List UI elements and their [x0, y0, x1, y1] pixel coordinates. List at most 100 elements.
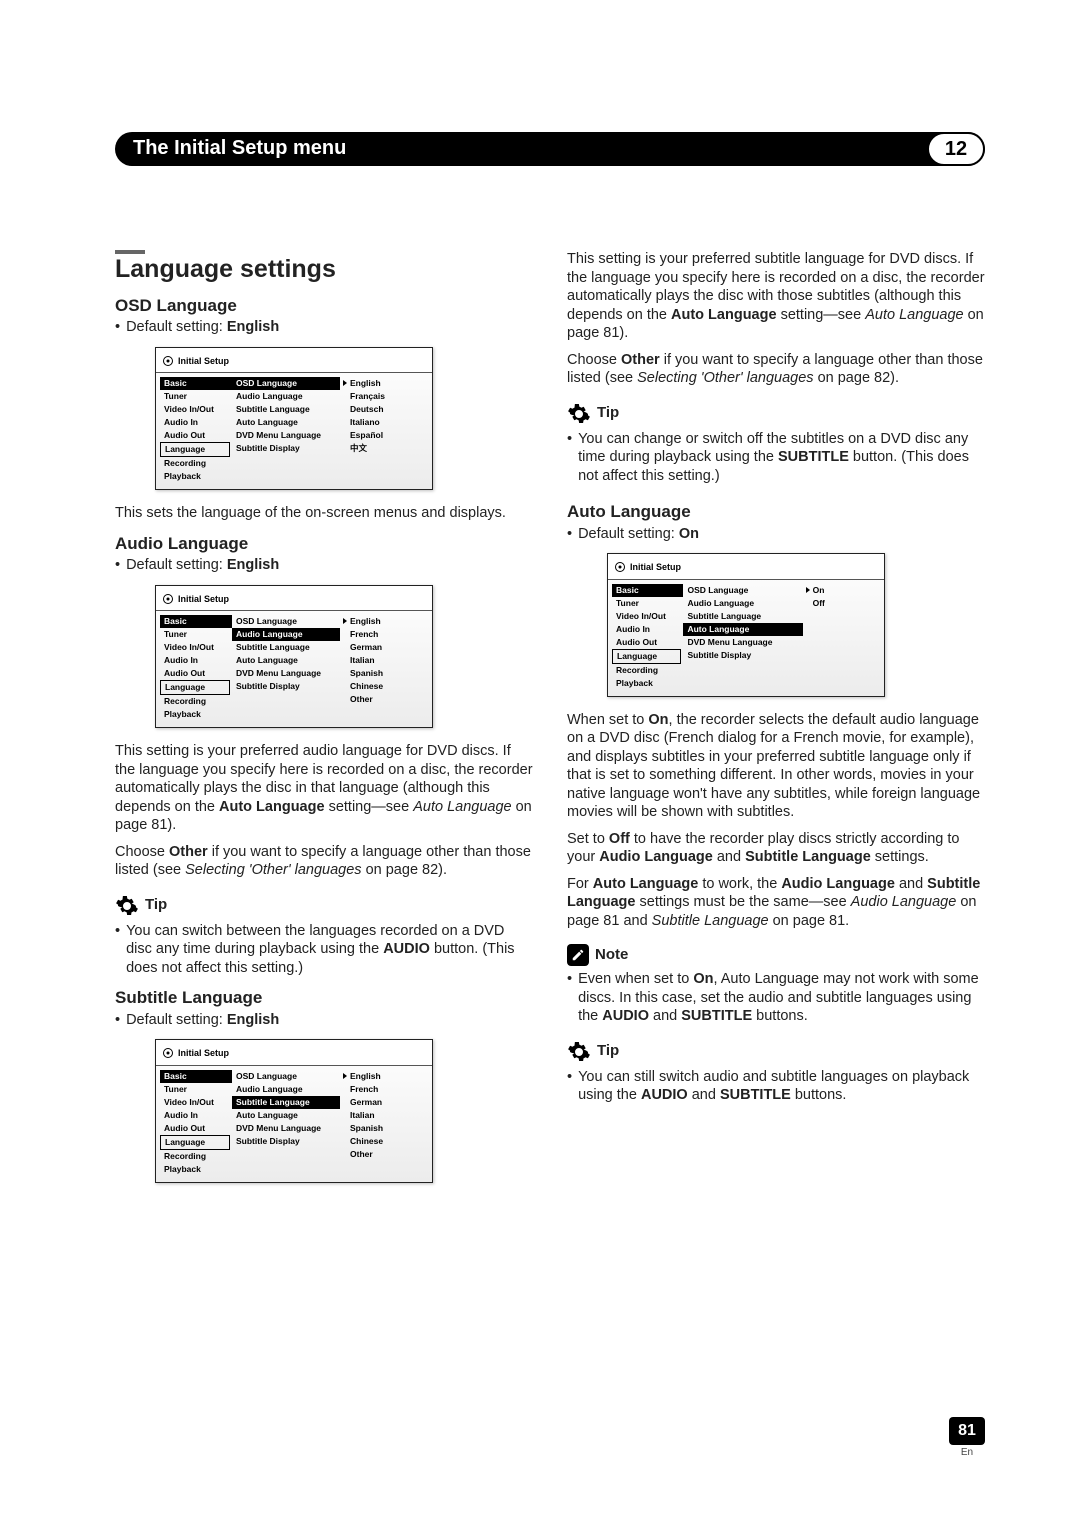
bullet-icon — [567, 970, 572, 1026]
tip-label: Tip — [145, 896, 167, 915]
sidebar-item: Audio Out — [160, 667, 232, 680]
subtitle-setup-panel: Initial Setup Basic Tuner Video In/Out A… — [155, 1039, 433, 1183]
note-callout: Note — [567, 944, 985, 966]
section-title: Language settings — [115, 260, 533, 279]
sidebar-item: Audio Out — [160, 429, 232, 442]
right-p1: This setting is your preferred subtitle … — [567, 250, 985, 343]
option-item: Italiano — [340, 416, 418, 429]
subtitle-default-value: English — [227, 1012, 279, 1028]
sidebar-item: Recording — [160, 457, 232, 470]
middle-item: DVD Menu Language — [232, 1122, 340, 1135]
panel-options: English French German Italian Spanish Ch… — [340, 1070, 418, 1176]
middle-item: Audio Language — [232, 390, 340, 403]
note-text: Even when set to On, Auto Language may n… — [567, 970, 985, 1026]
sidebar-item: Audio Out — [160, 1122, 232, 1135]
bullet-icon — [115, 1011, 120, 1030]
middle-item: OSD Language — [232, 1070, 340, 1083]
auto-default: Default setting: On — [567, 525, 985, 544]
disc-icon — [162, 593, 174, 605]
sidebar-item: Language — [160, 680, 230, 695]
tip-label: Tip — [597, 1042, 619, 1061]
chapter-title: The Initial Setup menu — [133, 137, 346, 160]
tip2-callout: Tip — [567, 1040, 985, 1064]
option-item: Spanish — [340, 667, 418, 680]
sidebar-item: Playback — [612, 677, 683, 690]
middle-item: Subtitle Display — [232, 442, 340, 455]
panel-middle: OSD Language Audio Language Subtitle Lan… — [232, 615, 340, 721]
audio-p2: Choose Other if you want to specify a la… — [115, 843, 533, 880]
bullet-icon — [115, 318, 120, 337]
middle-item: Subtitle Language — [232, 641, 340, 654]
middle-item: OSD Language — [683, 584, 802, 597]
panel-sidebar: Basic Tuner Video In/Out Audio In Audio … — [612, 584, 683, 690]
middle-item: Audio Language — [683, 597, 802, 610]
sidebar-item: Language — [612, 649, 681, 664]
sidebar-item: Basic — [160, 377, 232, 390]
audio-setup-panel: Initial Setup Basic Tuner Video In/Out A… — [155, 585, 433, 729]
auto-default-label: Default setting: — [578, 526, 679, 542]
bullet-icon — [115, 922, 120, 978]
sidebar-item: Basic — [612, 584, 683, 597]
middle-item: Subtitle Language — [683, 610, 802, 623]
panel-options: English French German Italian Spanish Ch… — [340, 615, 418, 721]
option-item: Spanish — [340, 1122, 418, 1135]
auto-heading: Auto Language — [567, 503, 985, 522]
tip-gear-icon — [567, 1040, 591, 1064]
subtitle-heading: Subtitle Language — [115, 989, 533, 1008]
note-label: Note — [595, 946, 628, 965]
option-item: Other — [340, 693, 418, 706]
osd-text: This sets the language of the on-screen … — [115, 504, 533, 523]
panel-title: Initial Setup — [608, 554, 884, 580]
sidebar-item: Audio Out — [612, 636, 683, 649]
option-item: Other — [340, 1148, 418, 1161]
sidebar-item: Basic — [160, 615, 232, 628]
option-item: 中文 — [340, 442, 418, 455]
audio-default-label: Default setting: — [126, 557, 227, 573]
panel-middle: OSD Language Audio Language Subtitle Lan… — [683, 584, 802, 690]
sidebar-item: Playback — [160, 470, 232, 483]
auto-default-value: On — [679, 526, 699, 542]
tip-gear-icon — [115, 894, 139, 918]
sidebar-item: Audio In — [612, 623, 683, 636]
sidebar-item: Video In/Out — [160, 1096, 232, 1109]
sidebar-item: Video In/Out — [612, 610, 683, 623]
middle-item: Auto Language — [232, 416, 340, 429]
sidebar-item: Tuner — [612, 597, 683, 610]
sidebar-item: Audio In — [160, 416, 232, 429]
sidebar-item: Video In/Out — [160, 641, 232, 654]
middle-item: Subtitle Display — [683, 649, 802, 662]
option-item: German — [340, 1096, 418, 1109]
page-number: 81 — [949, 1417, 985, 1445]
panel-title-text: Initial Setup — [178, 352, 229, 371]
tip2-text: You can still switch audio and subtitle … — [567, 1068, 985, 1105]
middle-item: DVD Menu Language — [232, 429, 340, 442]
option-item: Italian — [340, 1109, 418, 1122]
middle-item: DVD Menu Language — [683, 636, 802, 649]
section-rule — [115, 250, 145, 254]
panel-options: English Français Deutsch Italiano Españo… — [340, 377, 418, 483]
sidebar-item: Language — [160, 1135, 230, 1150]
option-item: English — [340, 615, 418, 628]
middle-item: Audio Language — [232, 1083, 340, 1096]
sidebar-item: Recording — [612, 664, 683, 677]
middle-item: Audio Language — [232, 628, 340, 641]
auto-setup-panel: Initial Setup Basic Tuner Video In/Out A… — [607, 553, 885, 697]
right-p5: For Auto Language to work, the Audio Lan… — [567, 875, 985, 931]
osd-setup-panel: Initial Setup Basic Tuner Video In/Out A… — [155, 347, 433, 491]
sidebar-item: Recording — [160, 695, 232, 708]
tip-callout: Tip — [115, 894, 533, 918]
middle-item: Auto Language — [232, 1109, 340, 1122]
middle-item: DVD Menu Language — [232, 667, 340, 680]
panel-title-text: Initial Setup — [178, 1044, 229, 1063]
tip1-text: You can change or switch off the subtitl… — [567, 430, 985, 486]
middle-item: Auto Language — [232, 654, 340, 667]
subtitle-default-label: Default setting: — [126, 1012, 227, 1028]
option-item: German — [340, 641, 418, 654]
panel-title: Initial Setup — [156, 1040, 432, 1066]
note-pencil-icon — [567, 944, 589, 966]
sidebar-item: Recording — [160, 1150, 232, 1163]
panel-options: On Off — [803, 584, 880, 690]
osd-default-label: Default setting: — [126, 319, 227, 335]
tip-gear-icon — [567, 402, 591, 426]
panel-sidebar: Basic Tuner Video In/Out Audio In Audio … — [160, 377, 232, 483]
